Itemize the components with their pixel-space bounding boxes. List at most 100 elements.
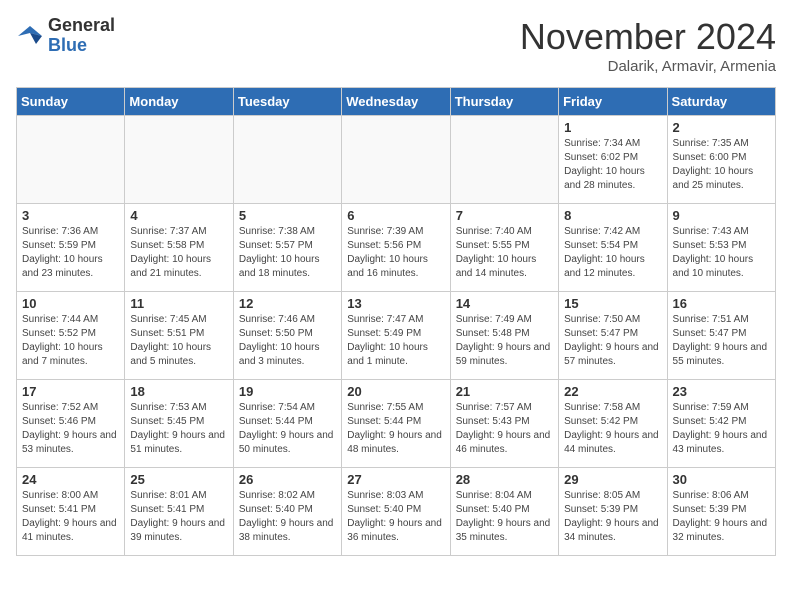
day-number: 7 — [456, 208, 553, 223]
calendar-table: SundayMondayTuesdayWednesdayThursdayFrid… — [16, 87, 776, 556]
calendar-cell: 13 Sunrise: 7:47 AM Sunset: 5:49 PM Dayli… — [342, 292, 450, 380]
day-info: Sunrise: 7:45 AM Sunset: 5:51 PM Dayligh… — [130, 313, 227, 369]
day-number: 17 — [22, 384, 119, 399]
day-info: Sunrise: 7:44 AM Sunset: 5:52 PM Dayligh… — [22, 313, 119, 369]
calendar-cell: 25 Sunrise: 8:01 AM Sunset: 5:41 PM Dayli… — [125, 468, 233, 556]
day-info: Sunrise: 7:42 AM Sunset: 5:54 PM Dayligh… — [564, 225, 661, 281]
day-number: 25 — [130, 472, 227, 487]
day-info: Sunrise: 7:58 AM Sunset: 5:42 PM Dayligh… — [564, 401, 661, 457]
calendar-cell: 3 Sunrise: 7:36 AM Sunset: 5:59 PM Daylig… — [17, 204, 125, 292]
calendar-cell — [342, 116, 450, 204]
logo: General Blue — [16, 16, 115, 56]
calendar-cell: 2Sunrise: 7:35 AM Sunset: 6:00 PM Daylig… — [667, 116, 775, 204]
location: Dalarik, Armavir, Armenia — [520, 58, 776, 75]
day-info: Sunrise: 7:46 AM Sunset: 5:50 PM Dayligh… — [239, 313, 336, 369]
day-info: Sunrise: 7:50 AM Sunset: 5:47 PM Dayligh… — [564, 313, 661, 369]
calendar-weekday-wednesday: Wednesday — [342, 88, 450, 116]
day-number: 12 — [239, 296, 336, 311]
day-number: 13 — [347, 296, 444, 311]
day-info: Sunrise: 7:57 AM Sunset: 5:43 PM Dayligh… — [456, 401, 553, 457]
calendar-cell: 5 Sunrise: 7:38 AM Sunset: 5:57 PM Daylig… — [233, 204, 341, 292]
day-info: Sunrise: 8:02 AM Sunset: 5:40 PM Dayligh… — [239, 489, 336, 545]
day-number: 22 — [564, 384, 661, 399]
day-number: 29 — [564, 472, 661, 487]
calendar-weekday-sunday: Sunday — [17, 88, 125, 116]
day-info: Sunrise: 8:01 AM Sunset: 5:41 PM Dayligh… — [130, 489, 227, 545]
day-number: 20 — [347, 384, 444, 399]
day-number: 30 — [673, 472, 770, 487]
day-number: 4 — [130, 208, 227, 223]
day-number: 8 — [564, 208, 661, 223]
calendar-cell: 15 Sunrise: 7:50 AM Sunset: 5:47 PM Dayli… — [559, 292, 667, 380]
calendar-cell: 27Sunrise: 8:03 AM Sunset: 5:40 PM Dayli… — [342, 468, 450, 556]
day-info: Sunrise: 7:43 AM Sunset: 5:53 PM Dayligh… — [673, 225, 770, 281]
calendar-cell: 1 Sunrise: 7:34 AM Sunset: 6:02 PM Daylig… — [559, 116, 667, 204]
calendar-cell: 29 Sunrise: 8:05 AM Sunset: 5:39 PM Dayli… — [559, 468, 667, 556]
day-number: 18 — [130, 384, 227, 399]
calendar-cell: 10Sunrise: 7:44 AM Sunset: 5:52 PM Dayli… — [17, 292, 125, 380]
calendar-cell: 12 Sunrise: 7:46 AM Sunset: 5:50 PM Dayli… — [233, 292, 341, 380]
calendar-cell: 30Sunrise: 8:06 AM Sunset: 5:39 PM Dayli… — [667, 468, 775, 556]
day-info: Sunrise: 8:00 AM Sunset: 5:41 PM Dayligh… — [22, 489, 119, 545]
day-info: Sunrise: 7:38 AM Sunset: 5:57 PM Dayligh… — [239, 225, 336, 281]
calendar-week-row-1: 1 Sunrise: 7:34 AM Sunset: 6:02 PM Daylig… — [17, 116, 776, 204]
calendar-cell: 21Sunrise: 7:57 AM Sunset: 5:43 PM Dayli… — [450, 380, 558, 468]
calendar-cell: 20Sunrise: 7:55 AM Sunset: 5:44 PM Dayli… — [342, 380, 450, 468]
calendar-cell: 17 Sunrise: 7:52 AM Sunset: 5:46 PM Dayli… — [17, 380, 125, 468]
calendar-cell: 24 Sunrise: 8:00 AM Sunset: 5:41 PM Dayli… — [17, 468, 125, 556]
day-info: Sunrise: 7:36 AM Sunset: 5:59 PM Dayligh… — [22, 225, 119, 281]
calendar-cell: 18Sunrise: 7:53 AM Sunset: 5:45 PM Dayli… — [125, 380, 233, 468]
day-info: Sunrise: 7:47 AM Sunset: 5:49 PM Dayligh… — [347, 313, 444, 369]
calendar-header-row: SundayMondayTuesdayWednesdayThursdayFrid… — [17, 88, 776, 116]
day-number: 11 — [130, 296, 227, 311]
calendar-cell: 4 Sunrise: 7:37 AM Sunset: 5:58 PM Daylig… — [125, 204, 233, 292]
calendar-cell: 9Sunrise: 7:43 AM Sunset: 5:53 PM Daylig… — [667, 204, 775, 292]
day-number: 23 — [673, 384, 770, 399]
calendar-weekday-friday: Friday — [559, 88, 667, 116]
day-info: Sunrise: 7:49 AM Sunset: 5:48 PM Dayligh… — [456, 313, 553, 369]
day-number: 19 — [239, 384, 336, 399]
calendar-weekday-thursday: Thursday — [450, 88, 558, 116]
day-info: Sunrise: 8:05 AM Sunset: 5:39 PM Dayligh… — [564, 489, 661, 545]
calendar-cell: 14 Sunrise: 7:49 AM Sunset: 5:48 PM Dayli… — [450, 292, 558, 380]
day-number: 3 — [22, 208, 119, 223]
day-number: 15 — [564, 296, 661, 311]
calendar-cell: 16 Sunrise: 7:51 AM Sunset: 5:47 PM Dayli… — [667, 292, 775, 380]
page-header: General Blue November 2024 Dalarik, Arma… — [16, 16, 776, 75]
day-info: Sunrise: 7:40 AM Sunset: 5:55 PM Dayligh… — [456, 225, 553, 281]
day-info: Sunrise: 8:04 AM Sunset: 5:40 PM Dayligh… — [456, 489, 553, 545]
day-info: Sunrise: 7:59 AM Sunset: 5:42 PM Dayligh… — [673, 401, 770, 457]
day-number: 16 — [673, 296, 770, 311]
day-number: 24 — [22, 472, 119, 487]
calendar-week-row-4: 17 Sunrise: 7:52 AM Sunset: 5:46 PM Dayli… — [17, 380, 776, 468]
day-number: 14 — [456, 296, 553, 311]
day-number: 2 — [673, 120, 770, 135]
title-block: November 2024 Dalarik, Armavir, Armenia — [520, 16, 776, 75]
calendar-cell: 7 Sunrise: 7:40 AM Sunset: 5:55 PM Daylig… — [450, 204, 558, 292]
day-info: Sunrise: 7:51 AM Sunset: 5:47 PM Dayligh… — [673, 313, 770, 369]
day-number: 1 — [564, 120, 661, 135]
logo-bird-icon — [16, 22, 44, 50]
calendar-cell: 6Sunrise: 7:39 AM Sunset: 5:56 PM Daylig… — [342, 204, 450, 292]
calendar-cell — [17, 116, 125, 204]
day-number: 5 — [239, 208, 336, 223]
day-info: Sunrise: 7:54 AM Sunset: 5:44 PM Dayligh… — [239, 401, 336, 457]
calendar-weekday-monday: Monday — [125, 88, 233, 116]
day-info: Sunrise: 7:37 AM Sunset: 5:58 PM Dayligh… — [130, 225, 227, 281]
calendar-cell: 19 Sunrise: 7:54 AM Sunset: 5:44 PM Dayli… — [233, 380, 341, 468]
day-number: 6 — [347, 208, 444, 223]
calendar-weekday-tuesday: Tuesday — [233, 88, 341, 116]
calendar-week-row-5: 24 Sunrise: 8:00 AM Sunset: 5:41 PM Dayli… — [17, 468, 776, 556]
calendar-cell — [233, 116, 341, 204]
day-info: Sunrise: 7:52 AM Sunset: 5:46 PM Dayligh… — [22, 401, 119, 457]
calendar-cell: 11 Sunrise: 7:45 AM Sunset: 5:51 PM Dayli… — [125, 292, 233, 380]
day-number: 26 — [239, 472, 336, 487]
day-number: 27 — [347, 472, 444, 487]
calendar-week-row-3: 10Sunrise: 7:44 AM Sunset: 5:52 PM Dayli… — [17, 292, 776, 380]
calendar-week-row-2: 3 Sunrise: 7:36 AM Sunset: 5:59 PM Daylig… — [17, 204, 776, 292]
day-info: Sunrise: 7:34 AM Sunset: 6:02 PM Dayligh… — [564, 137, 661, 193]
calendar-cell — [125, 116, 233, 204]
month-title: November 2024 — [520, 16, 776, 58]
calendar-cell: 28Sunrise: 8:04 AM Sunset: 5:40 PM Dayli… — [450, 468, 558, 556]
calendar-cell: 26 Sunrise: 8:02 AM Sunset: 5:40 PM Dayli… — [233, 468, 341, 556]
